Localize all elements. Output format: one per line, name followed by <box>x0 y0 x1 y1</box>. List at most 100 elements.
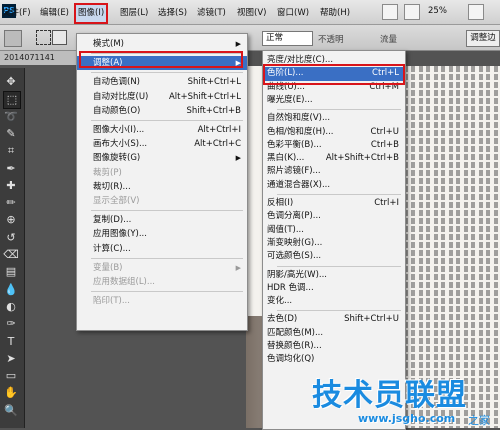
menu-2[interactable]: 图像(I) <box>74 3 109 24</box>
history-brush-icon[interactable]: ↺ <box>3 230 19 246</box>
menu-item[interactable]: 匹配颜色(M)... <box>263 327 405 340</box>
type-icon[interactable]: T <box>3 334 19 350</box>
menu-7[interactable]: 窗口(W) <box>277 6 309 18</box>
menu-item-label: 计算(C)... <box>93 243 131 254</box>
menu-5[interactable]: 滤镜(T) <box>197 6 226 18</box>
dodge-icon[interactable]: ◐ <box>3 299 19 315</box>
new-selection-icon[interactable] <box>36 30 51 45</box>
watermark-title: 技术员联盟 <box>312 378 467 413</box>
document-tab[interactable]: 2014071141 <box>0 51 79 65</box>
menu-item[interactable]: 色相/饱和度(H)... Ctrl+U <box>263 126 405 139</box>
lasso-icon[interactable]: ➰ <box>3 109 19 125</box>
zoom-icon[interactable]: 🔍 <box>3 403 19 419</box>
menu-separator <box>277 310 401 312</box>
menu-item[interactable]: 反相(I) Ctrl+I <box>263 197 405 210</box>
menu-item-shortcut: Ctrl+U <box>370 126 399 137</box>
brush-icon[interactable]: ✏ <box>3 195 19 211</box>
menu-item-label: 通道混合器(X)... <box>267 179 331 190</box>
menu-item[interactable]: 去色(D) Shift+Ctrl+U <box>263 313 405 326</box>
menu-separator <box>91 120 243 121</box>
submenu-arrow-icon: ▶ <box>235 154 241 163</box>
menu-item-label: 应用数据组(L)... <box>93 277 155 287</box>
menu-item[interactable]: 色彩平衡(B)... Ctrl+B <box>263 139 405 152</box>
menu-item-label: 可选颜色(S)... <box>267 251 322 262</box>
menu-4[interactable]: 选择(S) <box>158 6 187 18</box>
shape-icon[interactable]: ▭ <box>3 368 19 384</box>
menu-item[interactable]: 可选颜色(S)... <box>263 250 405 263</box>
menu-item-label: 阴影/高光(W)... <box>267 269 328 280</box>
menu-item[interactable]: 陷印(T)... <box>77 294 247 308</box>
menu-item[interactable]: 色调分离(P)... <box>263 210 405 223</box>
add-selection-icon[interactable] <box>52 30 67 45</box>
hand-icon[interactable]: ✋ <box>3 385 19 401</box>
crop-icon[interactable]: ⌗ <box>3 143 19 159</box>
annotation-box-levels <box>263 64 405 85</box>
menu-6[interactable]: 视图(V) <box>237 6 266 18</box>
bridge-button[interactable] <box>382 4 398 20</box>
menu-item[interactable]: 自动颜色(O) Shift+Ctrl+B <box>77 104 247 118</box>
menu-item[interactable]: 自动色调(N) Shift+Ctrl+L <box>77 75 247 89</box>
eyedropper-icon[interactable]: ✒ <box>3 161 19 177</box>
menu-item[interactable]: 渐变映射(G)... <box>263 237 405 250</box>
menu-item[interactable]: HDR 色调... <box>263 282 405 295</box>
menu-item[interactable]: 自然饱和度(V)... <box>263 112 405 125</box>
menu-item[interactable]: 曝光度(E)... <box>263 94 405 107</box>
pen-icon[interactable]: ✑ <box>3 316 19 332</box>
menu-item[interactable]: 黑白(K)... Alt+Shift+Ctrl+B <box>263 152 405 165</box>
menu-separator <box>277 265 401 267</box>
refine-edge-button[interactable]: 调整边 <box>466 30 500 47</box>
menu-item[interactable]: 画布大小(S)... Alt+Ctrl+C <box>77 137 247 151</box>
menu-item-label: 自动色调(N) <box>93 77 140 88</box>
menu-item[interactable]: 通道混合器(X)... <box>263 179 405 192</box>
zoom-level[interactable]: 25% <box>428 6 447 16</box>
menu-item[interactable]: 复制(D)... <box>77 213 247 227</box>
menu-item[interactable]: 图像大小(I)... Alt+Ctrl+I <box>77 123 247 137</box>
menu-item-label: 自动颜色(O) <box>93 105 141 116</box>
menu-item[interactable]: 阈值(T)... <box>263 224 405 237</box>
eraser-icon[interactable]: ⌫ <box>3 247 19 263</box>
menu-item[interactable]: 裁剪(P) <box>77 166 247 180</box>
marquee-icon[interactable]: ⬚ <box>3 91 21 110</box>
blur-icon[interactable]: 💧 <box>3 282 19 298</box>
menu-item[interactable]: 替换颜色(R)... <box>263 340 405 353</box>
move-icon[interactable]: ✥ <box>3 74 19 90</box>
menu-item[interactable]: 显示全部(V) <box>77 194 247 208</box>
menu-0[interactable]: 文件(F) <box>2 6 31 18</box>
menu-item-label: 去色(D) <box>267 314 298 325</box>
menu-item[interactable]: 变化... <box>263 295 405 308</box>
menu-1[interactable]: 编辑(E) <box>40 6 69 18</box>
menu-item[interactable]: 自动对比度(U) Alt+Shift+Ctrl+L <box>77 90 247 104</box>
quick-select-icon[interactable]: ✎ <box>3 126 19 142</box>
menu-separator <box>91 210 243 212</box>
path-select-icon[interactable]: ➤ <box>3 351 19 367</box>
menu-item-shortcut: Alt+Shift+Ctrl+L <box>168 91 241 102</box>
menu-item-label: 裁切(R)... <box>93 181 131 192</box>
menu-item[interactable]: 模式(M) ▶ <box>77 37 247 51</box>
gradient-icon[interactable]: ▤ <box>3 264 19 280</box>
minibridge-button[interactable] <box>404 4 420 20</box>
menu-item-label: 自然饱和度(V)... <box>267 113 331 124</box>
arrange-documents-button[interactable] <box>468 4 484 20</box>
menu-item[interactable]: 照片滤镜(F)... <box>263 165 405 178</box>
menu-item[interactable]: 计算(C)... <box>77 242 247 256</box>
menu-item-label: 陷印(T)... <box>93 296 130 307</box>
tool-preset-picker[interactable] <box>4 30 22 47</box>
menu-item[interactable]: 应用数据组(L)... <box>77 275 247 289</box>
menu-8[interactable]: 帮助(H) <box>320 6 350 18</box>
menu-item-label: 变化... <box>267 296 293 307</box>
menu-item-label: 色调均化(Q) <box>267 354 315 365</box>
menu-item[interactable]: 裁切(R)... <box>77 180 247 194</box>
menu-item[interactable]: 变量(B) ▶ <box>77 261 247 275</box>
menu-item[interactable]: 图像旋转(G) ▶ <box>77 151 247 165</box>
menu-item-label: 裁剪(P) <box>93 167 122 178</box>
menu-item[interactable]: 应用图像(Y)... <box>77 227 247 241</box>
menu-3[interactable]: 图层(L) <box>120 6 148 18</box>
stamp-icon[interactable]: ⊕ <box>3 212 19 228</box>
menu-item[interactable]: 色调均化(Q) <box>263 353 405 366</box>
menu-item-shortcut: Ctrl+B <box>370 139 399 150</box>
menu-item-label: 模式(M) <box>93 39 124 49</box>
healing-icon[interactable]: ✚ <box>3 178 19 194</box>
blend-mode-select[interactable]: 正常 <box>262 31 313 46</box>
menu-bar: PS 文件(F) 编辑(E) 图像(I) 图层(L) 选择(S) 滤镜(T) 视图(V) 窗口… <box>0 0 500 25</box>
menu-item[interactable]: 阴影/高光(W)... <box>263 269 405 282</box>
